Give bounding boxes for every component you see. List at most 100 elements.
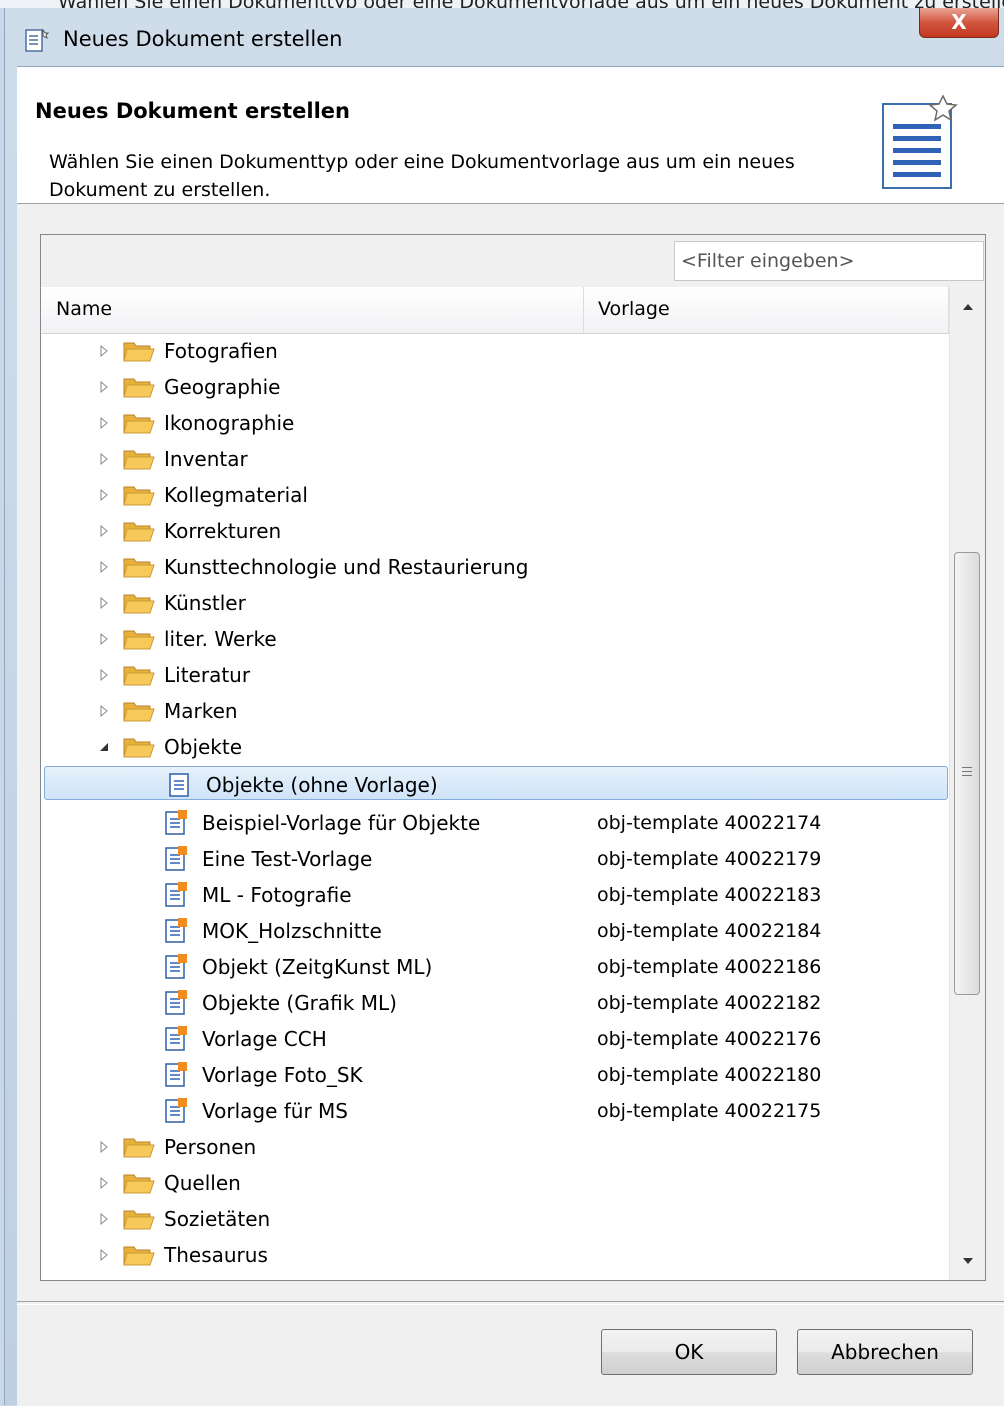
tree-item-label: Künstler	[164, 591, 246, 615]
title-bar[interactable]: Neues Dokument erstellen X	[5, 8, 1004, 64]
tree-item-label: ML - Fotografie	[202, 883, 352, 907]
tree-folder-row[interactable]: Quellen	[41, 1165, 949, 1201]
template-document-icon	[165, 1026, 187, 1051]
dialog-body: Neues Dokument erstellen Wählen Sie eine…	[17, 66, 1004, 1406]
tree-folder-row[interactable]: Sozietäten	[41, 1201, 949, 1237]
cancel-button[interactable]: Abbrechen	[797, 1329, 973, 1375]
expand-arrow-icon[interactable]	[99, 345, 109, 357]
folder-icon	[123, 378, 155, 398]
expand-arrow-icon[interactable]	[99, 417, 109, 429]
tree-item-label: Kollegmaterial	[164, 483, 308, 507]
tree-folder-row[interactable]: Objekte	[41, 729, 949, 765]
window-title: Neues Dokument erstellen	[63, 27, 343, 51]
tree-document-row[interactable]: Objekte (ohne Vorlage)	[44, 766, 948, 800]
folder-icon	[123, 1210, 155, 1230]
scroll-thumb[interactable]	[954, 552, 980, 995]
tree-item-label: Eine Test-Vorlage	[202, 847, 373, 871]
dialog-window: Neues Dokument erstellen X Neues Dokumen…	[4, 8, 1004, 1406]
folder-icon	[123, 630, 155, 650]
folder-icon	[123, 414, 155, 434]
template-document-icon	[165, 810, 187, 835]
document-type-tree: Fotografien Geographie Ikonographie Inventa…	[41, 333, 949, 1280]
expand-arrow-icon[interactable]	[99, 453, 109, 465]
background-window-strip: Wählen Sie einen Dokumenttyp oder eine D…	[0, 0, 1004, 8]
tree-folder-row[interactable]: Literatur	[41, 657, 949, 693]
folder-icon	[123, 1246, 155, 1266]
folder-icon	[123, 1174, 155, 1194]
tree-item-label: liter. Werke	[164, 627, 277, 651]
expand-arrow-icon[interactable]	[99, 1213, 109, 1225]
ok-button[interactable]: OK	[601, 1329, 777, 1375]
document-wizard-icon	[882, 94, 958, 189]
expand-arrow-icon[interactable]	[99, 1141, 109, 1153]
expand-arrow-icon[interactable]	[99, 1249, 109, 1261]
tree-item-label: Objekte (ohne Vorlage)	[206, 773, 438, 797]
expand-arrow-icon[interactable]	[99, 381, 109, 393]
tree-item-label: Inventar	[164, 447, 248, 471]
vertical-scrollbar[interactable]	[949, 287, 986, 1280]
tree-item-vorlage: obj-template 40022179	[597, 848, 822, 870]
expand-arrow-icon[interactable]	[99, 669, 109, 681]
tree-folder-row[interactable]: Inventar	[41, 441, 949, 477]
page-title: Neues Dokument erstellen	[35, 99, 350, 123]
tree-folder-row[interactable]: Korrekturen	[41, 513, 949, 549]
tree-folder-row[interactable]: Kollegmaterial	[41, 477, 949, 513]
scroll-down-icon[interactable]	[950, 1249, 986, 1273]
template-document-icon	[165, 918, 187, 943]
folder-icon	[123, 450, 155, 470]
tree-document-row[interactable]: Objekt (ZeitgKunst ML) obj-template 40022…	[41, 949, 949, 985]
column-header-name[interactable]: Name	[41, 287, 584, 333]
tree-folder-row[interactable]: Geographie	[41, 369, 949, 405]
expand-arrow-icon[interactable]	[99, 633, 109, 645]
tree-folder-row[interactable]: Thesaurus	[41, 1237, 949, 1273]
expand-arrow-icon[interactable]	[99, 1177, 109, 1189]
tree-item-label: Geographie	[164, 375, 281, 399]
template-document-icon	[165, 1098, 187, 1123]
tree-item-vorlage: obj-template 40022175	[597, 1100, 822, 1122]
tree-document-row[interactable]: Eine Test-Vorlage obj-template 40022179	[41, 841, 949, 877]
expand-arrow-icon[interactable]	[99, 597, 109, 609]
tree-document-row[interactable]: Vorlage für MS obj-template 40022175	[41, 1093, 949, 1129]
tree-item-vorlage: obj-template 40022176	[597, 1028, 822, 1050]
tree-document-row[interactable]: Beispiel-Vorlage für Objekte obj-template…	[41, 805, 949, 841]
expand-arrow-icon[interactable]	[99, 525, 109, 537]
tree-folder-row[interactable]: Personen	[41, 1129, 949, 1165]
grip-line	[962, 775, 972, 776]
tree-folder-row[interactable]: Ikonographie	[41, 405, 949, 441]
tree-item-label: Vorlage Foto_SK	[202, 1063, 363, 1087]
folder-icon	[123, 486, 155, 506]
folder-icon	[123, 738, 155, 758]
template-document-icon	[165, 954, 187, 979]
folder-icon	[123, 594, 155, 614]
expand-arrow-icon[interactable]	[99, 489, 109, 501]
tree-item-vorlage: obj-template 40022174	[597, 812, 822, 834]
tree-document-row[interactable]: Objekte (Grafik ML) obj-template 40022182	[41, 985, 949, 1021]
expand-arrow-icon[interactable]	[99, 561, 109, 573]
grip-line	[962, 767, 972, 768]
tree-item-label: Vorlage CCH	[202, 1027, 327, 1051]
tree-folder-row[interactable]: Marken	[41, 693, 949, 729]
folder-icon	[123, 342, 155, 362]
tree-item-label: Fotografien	[164, 339, 278, 363]
close-button[interactable]: X	[919, 8, 999, 38]
scroll-up-icon[interactable]	[950, 295, 986, 319]
document-type-panel: <Filter eingeben> Name Vorlage Fotografi…	[40, 234, 986, 1281]
tree-item-label: Literatur	[164, 663, 251, 687]
tree-item-label: Marken	[164, 699, 238, 723]
expand-arrow-icon[interactable]	[99, 705, 109, 717]
column-header-vorlage[interactable]: Vorlage	[584, 287, 949, 333]
template-document-icon	[165, 882, 187, 907]
tree-folder-row[interactable]: Kunsttechnologie und Restaurierung	[41, 549, 949, 585]
tree-document-row[interactable]: MOK_Holzschnitte obj-template 40022184	[41, 913, 949, 949]
tree-item-vorlage: obj-template 40022182	[597, 992, 822, 1014]
tree-folder-row[interactable]: Fotografien	[41, 333, 949, 369]
tree-item-label: Objekte	[164, 735, 243, 759]
tree-document-row[interactable]: ML - Fotografie obj-template 40022183	[41, 877, 949, 913]
filter-input[interactable]: <Filter eingeben>	[674, 241, 984, 281]
tree-document-row[interactable]: Vorlage Foto_SK obj-template 40022180	[41, 1057, 949, 1093]
tree-document-row[interactable]: Vorlage CCH obj-template 40022176	[41, 1021, 949, 1057]
collapse-arrow-icon[interactable]	[99, 741, 109, 753]
tree-item-label: Vorlage für MS	[202, 1099, 349, 1123]
tree-folder-row[interactable]: liter. Werke	[41, 621, 949, 657]
tree-folder-row[interactable]: Künstler	[41, 585, 949, 621]
